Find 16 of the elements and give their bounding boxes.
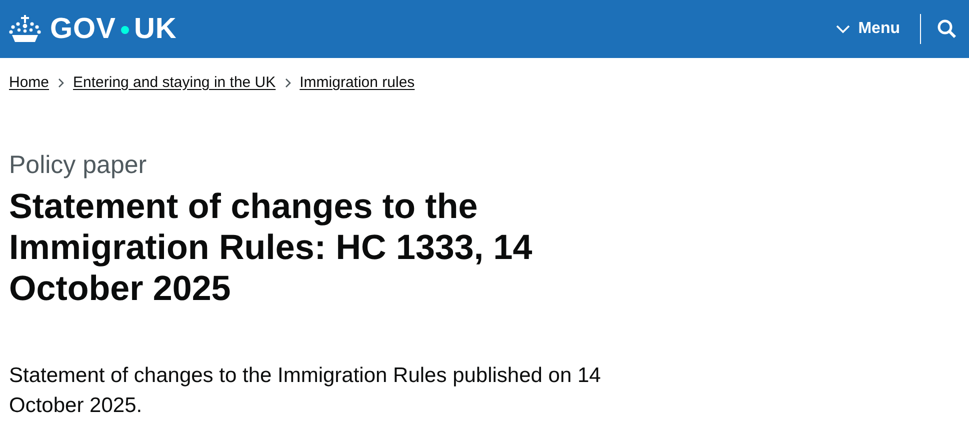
- gov-uk-logo-link[interactable]: GOV UK: [9, 12, 177, 46]
- lead-paragraph: Statement of changes to the Immigration Rules published on 14 October 2025.: [9, 363, 602, 419]
- breadcrumb-link[interactable]: Home: [9, 74, 50, 91]
- chevron-down-icon: [836, 24, 850, 34]
- breadcrumb-link[interactable]: Immigration rules: [300, 74, 415, 91]
- chevron-right-icon: [284, 78, 291, 88]
- logo-text: UK: [134, 12, 177, 46]
- crown-icon: [9, 14, 41, 44]
- breadcrumb-link[interactable]: Entering and staying in the UK: [73, 74, 276, 91]
- chevron-right-icon: [58, 78, 64, 88]
- page-caption: Policy paper: [9, 151, 148, 180]
- dot-icon: [120, 26, 129, 34]
- menu-button[interactable]: Menu: [832, 16, 904, 42]
- search-icon: [937, 19, 957, 39]
- logo-text: GOV: [50, 12, 116, 46]
- page-title: Statement of changes to the Immigration Rules: HC 1333, 14 October 2025: [9, 186, 534, 309]
